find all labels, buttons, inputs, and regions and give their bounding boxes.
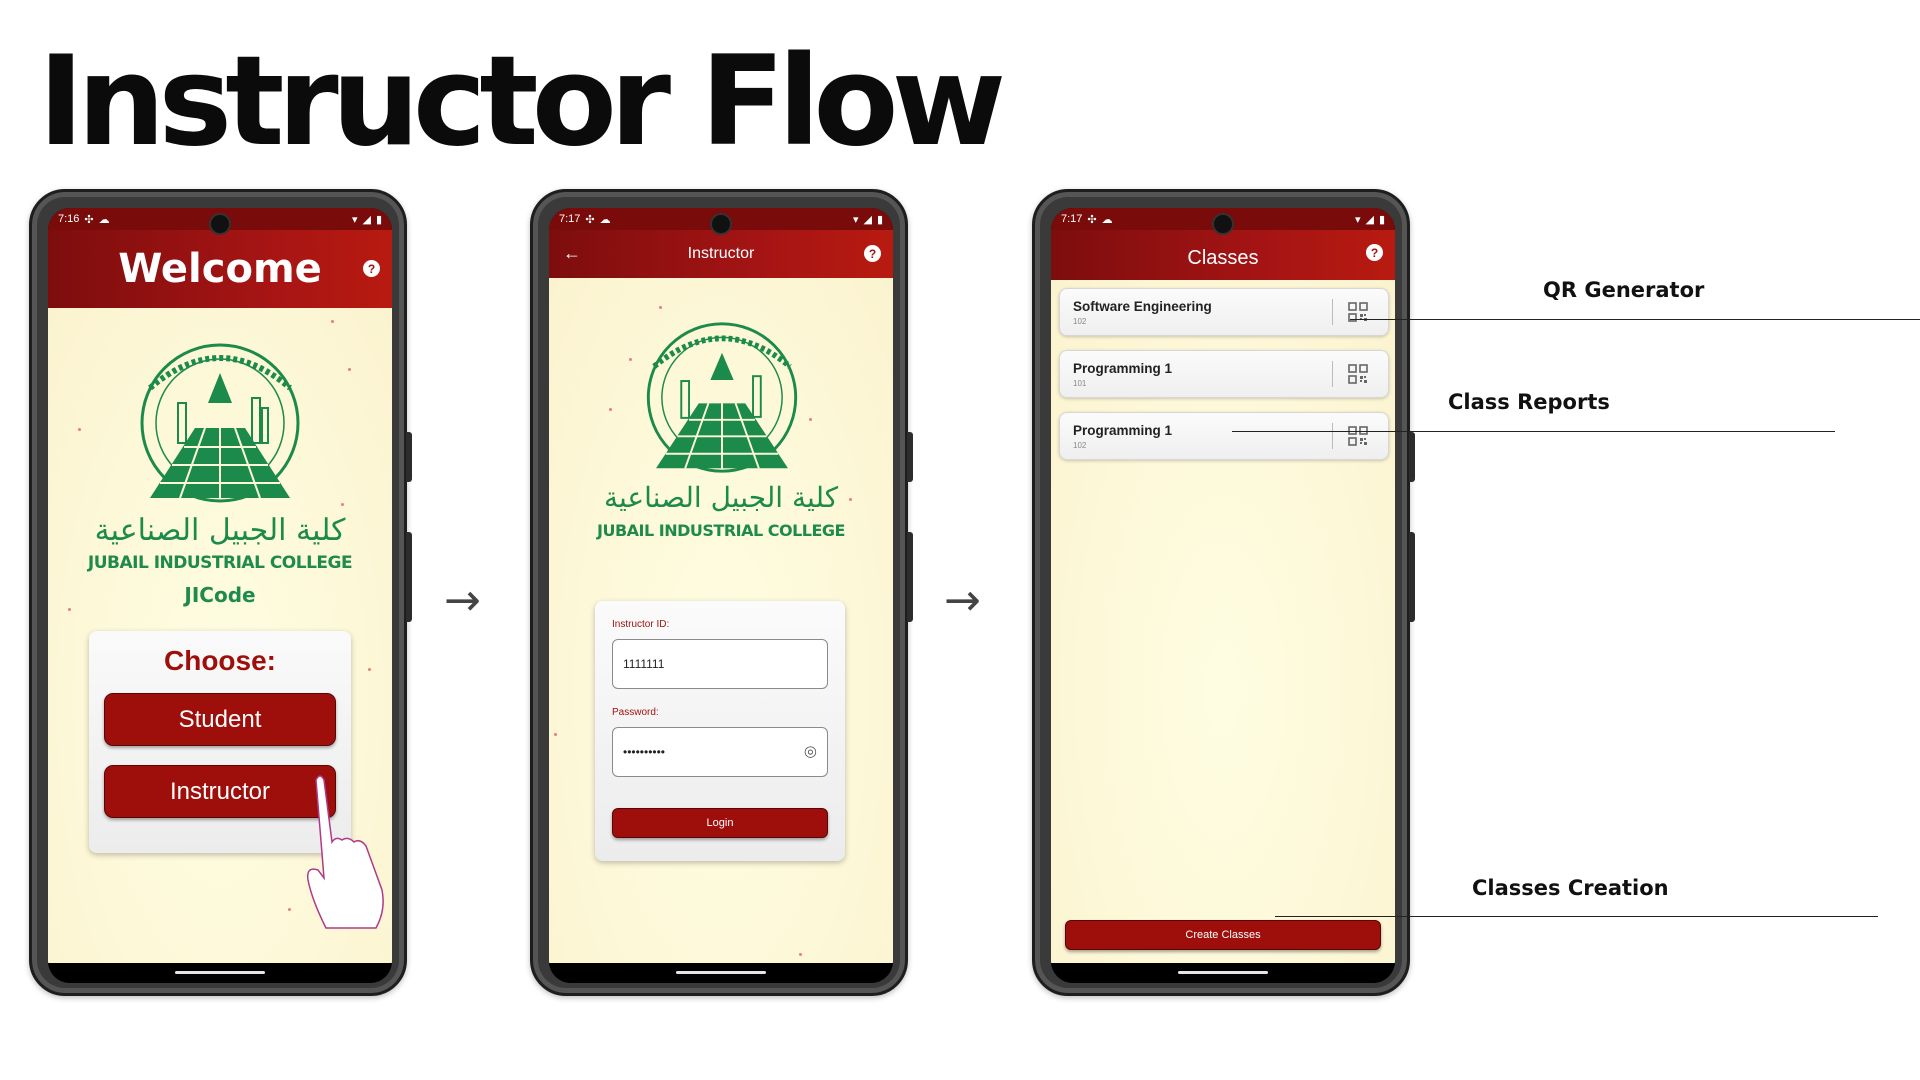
app-bar: ← Instructor ? <box>549 230 893 278</box>
card-divider <box>1332 299 1333 325</box>
class-name: Software Engineering <box>1073 299 1212 314</box>
flow-arrow-1: → <box>444 575 481 626</box>
classes-content: Software Engineering 102 Programming 1 1… <box>1051 280 1395 963</box>
signal-icon: ◢ <box>863 213 872 226</box>
login-screen: 7:17 ✣ ☁ ▾ ◢ ▮ ← Instructor ? كلية الجبي… <box>549 208 893 983</box>
fan-icon: ✣ <box>1087 213 1097 226</box>
class-code: 102 <box>1073 441 1087 450</box>
class-card[interactable]: Programming 1 102 <box>1059 412 1389 460</box>
college-emblem <box>140 343 300 503</box>
password-label: Password: <box>612 707 659 718</box>
battery-icon: ▮ <box>375 213 382 226</box>
cloud-icon: ☁ <box>1101 213 1113 226</box>
back-arrow-icon[interactable]: ← <box>563 243 581 264</box>
classes-screen: 7:17 ✣ ☁ ▾ ◢ ▮ Classes ? Software Engineerin… <box>1051 208 1395 983</box>
eye-off-icon[interactable]: ◎ <box>804 742 817 760</box>
class-code: 102 <box>1073 317 1087 326</box>
annotation-line-qr <box>1350 319 1920 320</box>
clock: 7:17 <box>1061 213 1083 225</box>
class-card[interactable]: Programming 1 101 <box>1059 350 1389 398</box>
help-icon[interactable]: ? <box>363 260 380 277</box>
choose-label: Choose: <box>164 645 276 676</box>
help-icon[interactable]: ? <box>1366 244 1383 261</box>
nav-bar <box>1051 963 1395 983</box>
annotation-classes-creation: Classes Creation <box>1472 876 1669 900</box>
annotation-line-creation <box>1275 916 1878 917</box>
login-card: Instructor ID: 1111111 Password: •••••••… <box>595 601 845 861</box>
college-name-english: JUBAIL INDUSTRIAL COLLEGE <box>87 553 353 573</box>
class-name: Programming 1 <box>1073 423 1173 438</box>
cloud-icon: ☁ <box>599 213 611 226</box>
student-button[interactable]: Student <box>104 693 336 746</box>
college-emblem <box>646 322 798 473</box>
front-camera <box>211 215 229 233</box>
wifi-icon: ▾ <box>1354 213 1361 226</box>
nav-bar <box>549 963 893 983</box>
app-name: JICode <box>184 583 256 607</box>
password-input[interactable]: •••••••••• ◎ <box>612 727 828 777</box>
signal-icon: ◢ <box>1365 213 1374 226</box>
battery-icon: ▮ <box>1378 213 1385 226</box>
college-name-english: JUBAIL INDUSTRIAL COLLEGE <box>597 521 845 540</box>
fan-icon: ✣ <box>585 213 595 226</box>
instructor-button[interactable]: Instructor <box>104 765 336 818</box>
class-code: 101 <box>1073 379 1087 388</box>
class-name: Programming 1 <box>1073 361 1173 376</box>
welcome-content: كلية الجبيل الصناعية JUBAIL INDUSTRIAL C… <box>48 308 392 963</box>
password-value: •••••••••• <box>623 745 666 759</box>
qr-code-icon[interactable] <box>1348 426 1368 446</box>
college-name-arabic: كلية الجبيل الصناعية <box>94 513 346 548</box>
signal-icon: ◢ <box>362 213 371 226</box>
college-name-arabic: كلية الجبيل الصناعية <box>603 481 839 514</box>
flow-arrow-2: → <box>944 575 981 626</box>
instructor-id-label: Instructor ID: <box>612 619 670 630</box>
wifi-icon: ▾ <box>852 213 859 226</box>
help-icon[interactable]: ? <box>864 245 881 262</box>
home-indicator[interactable] <box>676 971 766 974</box>
annotation-qr-generator: QR Generator <box>1543 278 1705 302</box>
home-indicator[interactable] <box>1178 971 1268 974</box>
battery-icon: ▮ <box>876 213 883 226</box>
fan-icon: ✣ <box>84 213 94 226</box>
annotation-line-reports <box>1232 431 1835 432</box>
login-button[interactable]: Login <box>612 808 828 838</box>
welcome-title: Welcome <box>118 246 322 292</box>
phone-login: 7:17 ✣ ☁ ▾ ◢ ▮ ← Instructor ? كلية الجبي… <box>530 189 913 996</box>
front-camera <box>1214 215 1232 233</box>
instructor-id-input[interactable]: 1111111 <box>612 639 828 689</box>
nav-bar <box>48 963 392 983</box>
app-bar: Welcome ? <box>48 230 392 308</box>
welcome-screen: 7:16 ✣ ☁ ▾ ◢ ▮ Welcome ? كلية الجبيل الص… <box>48 208 392 983</box>
phone-classes: 7:17 ✣ ☁ ▾ ◢ ▮ Classes ? Software Engineerin… <box>1032 189 1415 996</box>
wifi-icon: ▾ <box>351 213 358 226</box>
login-content: كلية الجبيل الصناعية JUBAIL INDUSTRIAL C… <box>549 278 893 963</box>
create-classes-button[interactable]: Create Classes <box>1065 920 1381 950</box>
front-camera <box>712 215 730 233</box>
page-title: Instructor Flow <box>38 30 1006 174</box>
annotation-class-reports: Class Reports <box>1448 390 1610 414</box>
class-card[interactable]: Software Engineering 102 <box>1059 288 1389 336</box>
home-indicator[interactable] <box>175 971 265 974</box>
cloud-icon: ☁ <box>98 213 110 226</box>
phone-welcome: 7:16 ✣ ☁ ▾ ◢ ▮ Welcome ? كلية الجبيل الص… <box>29 189 412 996</box>
app-bar: Classes ? <box>1051 230 1395 280</box>
screen-title: Classes <box>1187 246 1259 269</box>
card-divider <box>1332 423 1333 449</box>
clock: 7:17 <box>559 213 581 225</box>
tap-hand-icon <box>306 775 384 929</box>
card-divider <box>1332 361 1333 387</box>
qr-code-icon[interactable] <box>1348 364 1368 384</box>
screen-title: Instructor <box>687 245 755 262</box>
clock: 7:16 <box>58 213 80 225</box>
